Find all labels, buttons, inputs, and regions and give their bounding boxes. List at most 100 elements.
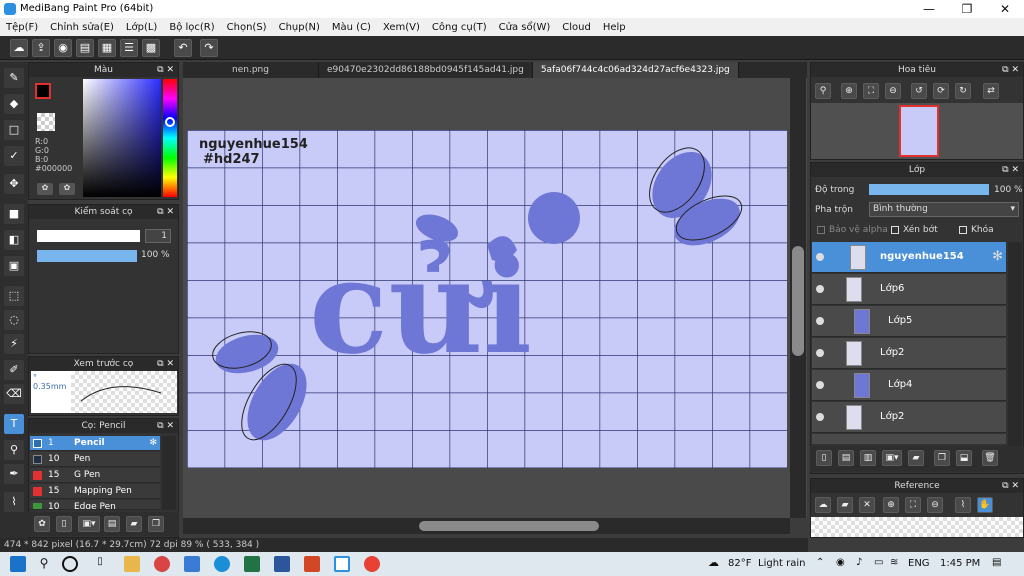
menu-layer[interactable]: Lớp(L) (126, 22, 157, 33)
panel-close-icon[interactable]: ⧉ ✕ (1002, 63, 1019, 77)
text-tool-icon[interactable]: T (4, 414, 24, 434)
navigator-viewport[interactable] (899, 105, 939, 157)
primary-color-swatch[interactable] (35, 83, 51, 99)
lock-checkbox[interactable] (959, 226, 967, 234)
tab-image-3[interactable]: 5afa06f744c4c06ad324d27acf6e4323.jpg (532, 62, 739, 78)
rotate-right-icon[interactable]: ↻ (955, 83, 971, 99)
comment-icon[interactable]: ◉ (54, 39, 72, 57)
menu-help[interactable]: Help (603, 22, 626, 33)
edit-icon[interactable]: ▤ (104, 516, 120, 532)
menu-view[interactable]: Xem(V) (383, 22, 420, 33)
grid-icon[interactable]: ▩ (142, 39, 160, 57)
layer-row[interactable]: Lớp4 (812, 370, 1006, 401)
weather-icon[interactable]: ☁ (708, 556, 724, 572)
select-pen-icon[interactable]: ✐ (4, 360, 24, 380)
menu-color[interactable]: Màu (C) (332, 22, 371, 33)
menu-select[interactable]: Chọn(S) (227, 22, 267, 33)
list-icon[interactable]: ☰ (120, 39, 138, 57)
reference-canvas[interactable] (811, 517, 1023, 537)
color-picker-square[interactable] (83, 79, 161, 197)
word-icon[interactable] (274, 556, 290, 572)
new-layer-icon[interactable]: ▯ (816, 450, 832, 466)
palette-icon[interactable]: ✿ (37, 183, 53, 195)
zoom-in-icon[interactable]: ⊕ (841, 83, 857, 99)
rect-tool-icon[interactable]: □ (4, 120, 24, 140)
cortana-icon[interactable] (62, 556, 78, 572)
brush-size-input[interactable]: 1 (145, 229, 171, 243)
medibang-taskbar-icon[interactable] (334, 556, 350, 572)
swatch-icon[interactable]: ✿ (59, 183, 75, 195)
powerpoint-icon[interactable] (304, 556, 320, 572)
hue-slider[interactable] (163, 79, 177, 197)
cloud-icon[interactable]: ☁ (10, 39, 28, 57)
folder-icon[interactable]: ▰ (126, 516, 142, 532)
bucket-tool-icon[interactable]: ◧ (4, 230, 24, 250)
chevron-up-icon[interactable]: ⌃ (816, 557, 824, 568)
page-icon[interactable]: ▦ (98, 39, 116, 57)
upload-icon[interactable]: ⇪ (32, 39, 50, 57)
fit-window-icon[interactable]: ⛶ (905, 497, 921, 513)
move-tool-icon[interactable]: ✥ (4, 174, 24, 194)
duplicate-icon[interactable]: ❐ (934, 450, 950, 466)
layer-row[interactable]: Lớp2 (812, 402, 1006, 433)
menu-file[interactable]: Tệp(F) (6, 22, 38, 33)
menu-cloud[interactable]: Cloud (562, 22, 591, 33)
add-dropdown-icon[interactable]: ▣▾ (78, 516, 100, 532)
visibility-icon[interactable] (816, 253, 824, 261)
pen-tool-icon[interactable]: ✒ (4, 464, 24, 484)
folder-icon[interactable]: ▰ (908, 450, 924, 466)
menu-capture[interactable]: Chụp(N) (279, 22, 320, 33)
language-indicator[interactable]: ENG (908, 558, 930, 569)
select-eraser-icon[interactable]: ⌫ (4, 384, 24, 404)
new-8bit-layer-icon[interactable]: ▥ (860, 450, 876, 466)
edge-icon[interactable] (214, 556, 230, 572)
lasso-icon[interactable]: ◌ (4, 310, 24, 330)
cloud-icon[interactable]: ☁ (815, 497, 831, 513)
undo-icon[interactable]: ↶ (174, 39, 192, 57)
flip-icon[interactable]: ⇄ (983, 83, 999, 99)
volume-icon[interactable]: ♪ (856, 557, 862, 568)
redo-icon[interactable]: ↷ (200, 39, 218, 57)
open-folder-icon[interactable]: ▰ (837, 497, 853, 513)
app-icon[interactable] (154, 556, 170, 572)
layer-opacity-slider[interactable] (869, 184, 989, 195)
vertical-scroll-thumb[interactable] (792, 246, 804, 356)
search-icon[interactable]: ⚲ (36, 556, 52, 572)
brush-opacity-slider[interactable] (37, 250, 137, 262)
visibility-icon[interactable] (816, 349, 824, 357)
new-page-icon[interactable]: ▯ (56, 516, 72, 532)
artwork-canvas[interactable]: cửi nguyenhue154 #hd247 (187, 130, 787, 468)
menu-filter[interactable]: Bộ lọc(R) (169, 22, 214, 33)
zoom-fit-icon[interactable]: ⚲ (815, 83, 831, 99)
new-halftone-layer-icon[interactable]: ▤ (838, 450, 854, 466)
panel-close-icon[interactable]: ⧉ ✕ (157, 357, 174, 371)
layer-row[interactable]: Lớp5 (812, 306, 1006, 337)
task-view-icon[interactable]: ▯ (92, 556, 108, 572)
chrome-icon[interactable] (364, 556, 380, 572)
magic-wand-icon[interactable]: ⚡ (4, 334, 24, 354)
minimize-button[interactable]: — (910, 0, 948, 18)
close-button[interactable]: ✕ (986, 0, 1024, 18)
brush-list-scrollbar[interactable] (162, 436, 176, 510)
gear-icon[interactable]: ✻ (992, 249, 1003, 264)
eraser-tool-icon[interactable]: ◆ (4, 94, 24, 114)
brush-size-slider[interactable] (37, 230, 140, 242)
hand-tool-icon[interactable]: ✋ (977, 497, 993, 513)
menu-edit[interactable]: Chỉnh sửa(E) (50, 22, 114, 33)
brush-item[interactable]: 10 Pen (30, 452, 160, 467)
file-explorer-icon[interactable] (124, 556, 140, 572)
brush-item[interactable]: 10 Edge Pen (30, 500, 160, 510)
message-icon[interactable]: ▤ (76, 39, 94, 57)
visibility-icon[interactable] (816, 317, 824, 325)
visibility-icon[interactable] (816, 285, 824, 293)
dot-tool-icon[interactable]: ✓ (4, 146, 24, 166)
tab-image-2[interactable]: e90470e2302dd86188bd0945f145ad41.jpg (319, 62, 533, 78)
brush-item[interactable]: 15 Mapping Pen (30, 484, 160, 499)
brush-item[interactable]: 1 Pencil ✻ (30, 436, 160, 451)
clock[interactable]: 1:45 PM (940, 558, 980, 569)
zoom-in-icon[interactable]: ⊕ (883, 497, 899, 513)
trash-icon[interactable]: 🗑 (982, 450, 998, 466)
select-rect-icon[interactable]: ⬚ (4, 286, 24, 306)
visibility-icon[interactable] (816, 413, 824, 421)
add-brush-icon[interactable]: ✿ (34, 516, 50, 532)
